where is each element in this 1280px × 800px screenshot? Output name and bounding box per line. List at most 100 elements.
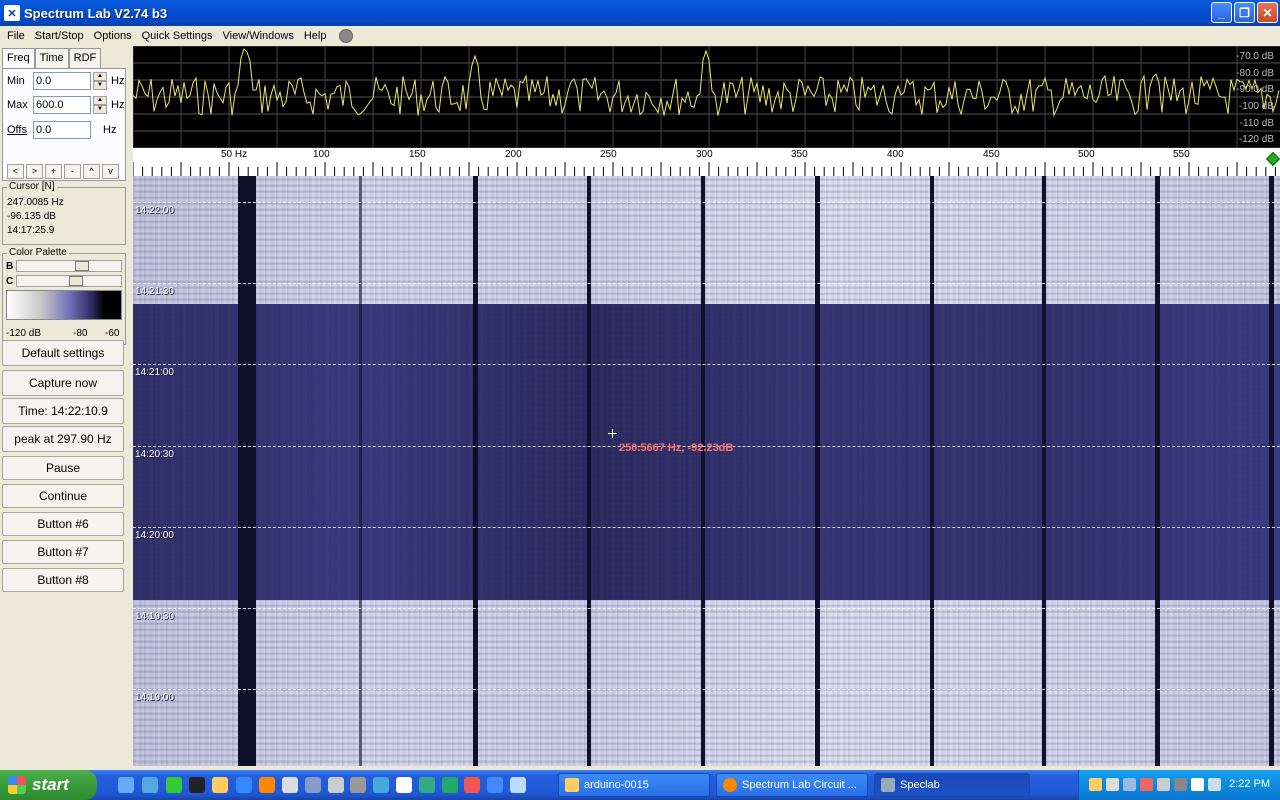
restore-button[interactable]: ❐ xyxy=(1234,2,1255,23)
capture-now-button[interactable]: Capture now xyxy=(2,370,124,396)
time-display-button[interactable]: Time: 14:22:10.9 xyxy=(2,398,124,424)
start-label: start xyxy=(32,775,69,794)
quicklaunch-eye-icon[interactable] xyxy=(166,777,182,793)
freq-tick-200: 200 xyxy=(505,149,522,160)
menu-options[interactable]: Options xyxy=(89,30,137,42)
minimize-button[interactable]: _ xyxy=(1211,2,1232,23)
frequency-axis[interactable]: 50 Hz 100 150 200 250 300 350 400 450 50… xyxy=(133,148,1280,176)
status-led-icon xyxy=(339,29,354,43)
brightness-label: B xyxy=(6,260,14,272)
contrast-label: C xyxy=(6,275,14,287)
max-label: Max xyxy=(7,99,28,111)
title-bar: ✕ Spectrum Lab V2.74 b3 _ ❐ ✕ xyxy=(0,0,1280,26)
windows-flag-icon xyxy=(8,776,26,794)
menu-start-stop[interactable]: Start/Stop xyxy=(30,30,89,42)
freq-tick-500: 500 xyxy=(1078,149,1095,160)
db-label-6: -120 dB xyxy=(1238,134,1274,145)
db-label-4: -100 dB xyxy=(1238,101,1274,112)
tray-network-icon[interactable] xyxy=(1140,778,1153,791)
scroll-right-button[interactable]: > xyxy=(26,164,43,179)
db-label-3: -90.0 dB xyxy=(1236,84,1274,95)
contrast-slider[interactable] xyxy=(16,275,122,287)
quicklaunch-arrow-icon[interactable] xyxy=(487,777,503,793)
cursor-info-panel: Cursor [N] 247.0085 Hz -96.135 dB 14:17:… xyxy=(2,181,126,245)
menu-view-windows[interactable]: View/Windows xyxy=(218,30,299,42)
menu-help[interactable]: Help xyxy=(299,30,332,42)
quicklaunch-cmd-icon[interactable] xyxy=(189,777,205,793)
offs-label: Offs xyxy=(7,124,27,136)
min-freq-input[interactable] xyxy=(33,72,91,90)
quicklaunch-doc-icon[interactable] xyxy=(396,777,412,793)
task-arduino[interactable]: arduino-0015 xyxy=(558,773,710,797)
up-button[interactable]: ^ xyxy=(83,164,100,179)
task-speclab[interactable]: Speclab xyxy=(874,773,1030,797)
tray-app-icon[interactable] xyxy=(1157,778,1170,791)
spectrum-trace xyxy=(133,48,1280,117)
menu-bar: File Start/Stop Options Quick Settings V… xyxy=(0,26,1280,46)
quicklaunch-browser-icon[interactable] xyxy=(236,777,252,793)
palette-scale-min: -120 dB xyxy=(6,328,42,339)
tab-time[interactable]: Time xyxy=(34,48,69,68)
menu-quick-settings[interactable]: Quick Settings xyxy=(137,30,218,42)
task-spectrum-lab-circuit[interactable]: Spectrum Lab Circuit ... xyxy=(716,773,868,797)
firefox-icon xyxy=(723,778,737,792)
time-label-1: 14:22:00 xyxy=(135,205,174,216)
task-arduino-label: arduino-0015 xyxy=(584,779,649,791)
freq-tick-350: 350 xyxy=(791,149,808,160)
waterfall-display[interactable]: 14:22:00 14:21:30 14:21:00 14:20:30 14:2… xyxy=(133,176,1280,766)
down-button[interactable]: v xyxy=(102,164,119,179)
cursor-level: -96.135 dB xyxy=(7,211,56,222)
task-speclab-label: Speclab xyxy=(900,779,940,791)
quicklaunch-misc-icon[interactable] xyxy=(350,777,366,793)
quicklaunch-app2-icon[interactable] xyxy=(373,777,389,793)
color-palette-panel: Color Palette B C -120 dB -80 -60 xyxy=(2,247,126,345)
pause-button[interactable]: Pause xyxy=(2,456,124,480)
left-panel: Freq Time RDF Min ▲▼ Hz Max ▲▼ Hz Offs H… xyxy=(0,46,128,766)
quicklaunch-settings-icon[interactable] xyxy=(328,777,344,793)
cursor-readout: 250.5667 Hz, -92.23dB xyxy=(619,442,734,454)
max-spinner[interactable]: ▲ ▼ xyxy=(93,96,107,114)
start-button[interactable]: start xyxy=(0,770,97,800)
peak-display-button[interactable]: peak at 297.90 Hz xyxy=(2,426,124,452)
close-button[interactable]: ✕ xyxy=(1257,2,1278,23)
quicklaunch-network-icon[interactable] xyxy=(142,777,158,793)
tray-phone-icon[interactable] xyxy=(1191,778,1204,791)
time-label-2: 14:21:30 xyxy=(135,286,174,297)
quicklaunch-chart-icon[interactable] xyxy=(419,777,435,793)
tray-hand-icon[interactable] xyxy=(1089,778,1102,791)
quicklaunch-folder-icon[interactable] xyxy=(212,777,228,793)
brightness-slider[interactable] xyxy=(16,260,122,272)
min-unit: Hz xyxy=(111,75,125,87)
app-icon: ✕ xyxy=(4,5,20,21)
tray-clock-icon[interactable] xyxy=(1174,778,1187,791)
button-7[interactable]: Button #7 xyxy=(2,540,124,564)
quicklaunch-red-icon[interactable] xyxy=(464,777,480,793)
max-freq-input[interactable] xyxy=(33,96,91,114)
min-spinner[interactable]: ▲ ▼ xyxy=(93,72,107,90)
zoom-out-button[interactable]: - xyxy=(64,164,81,179)
tab-rdf[interactable]: RDF xyxy=(68,48,102,68)
zoom-in-button[interactable]: + xyxy=(45,164,62,179)
tray-usb-icon[interactable] xyxy=(1208,778,1221,791)
palette-gradient[interactable] xyxy=(6,290,122,320)
menu-file[interactable]: File xyxy=(2,30,30,42)
scroll-left-button[interactable]: < xyxy=(7,164,24,179)
quicklaunch-cube-icon[interactable] xyxy=(510,777,526,793)
tray-monitor-icon[interactable] xyxy=(1123,778,1136,791)
quicklaunch-tool-icon[interactable] xyxy=(305,777,321,793)
quicklaunch-app-icon[interactable] xyxy=(282,777,298,793)
db-label-5: -110 dB xyxy=(1239,118,1274,129)
freq-tick-250: 250 xyxy=(600,149,617,160)
button-8[interactable]: Button #8 xyxy=(2,568,124,592)
default-settings-button[interactable]: Default settings xyxy=(2,340,124,366)
time-label-3: 14:21:00 xyxy=(135,367,174,378)
quicklaunch-ie-icon[interactable] xyxy=(118,777,134,793)
offset-freq-input[interactable] xyxy=(33,121,91,139)
quicklaunch-grid-icon[interactable] xyxy=(442,777,458,793)
tray-speaker-icon[interactable] xyxy=(1106,778,1119,791)
button-6[interactable]: Button #6 xyxy=(2,512,124,536)
continue-button[interactable]: Continue xyxy=(2,484,124,508)
spectrum-plot[interactable]: -70.0 dB -80.0 dB -90.0 dB -100 dB -110 … xyxy=(133,46,1280,148)
quicklaunch-firefox-icon[interactable] xyxy=(259,777,275,793)
tab-freq[interactable]: Freq xyxy=(2,48,35,69)
